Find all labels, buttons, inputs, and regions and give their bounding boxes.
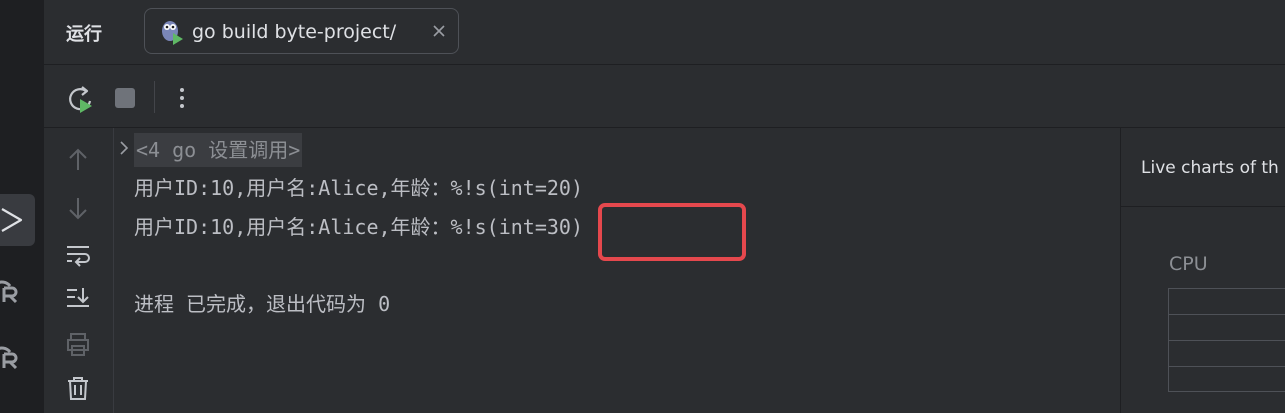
rerun-icon[interactable] bbox=[66, 85, 96, 115]
run-toolbar bbox=[44, 65, 1285, 128]
print-icon[interactable] bbox=[64, 330, 92, 358]
gopher-run-icon bbox=[162, 21, 183, 45]
run-tool-window: 运行 go build byte-project/ <4 go 设置调用> 用户… bbox=[44, 0, 1285, 413]
run-panel-title: 运行 bbox=[66, 24, 102, 45]
chart-gridline bbox=[1169, 314, 1285, 315]
arrow-down-icon[interactable] bbox=[64, 194, 92, 222]
console-side-toolbar bbox=[44, 128, 114, 413]
soft-wrap-icon[interactable] bbox=[64, 240, 92, 268]
console-line: 进程 已完成，退出代码为 0 bbox=[134, 292, 391, 316]
chart-gridline bbox=[1169, 366, 1285, 367]
scroll-to-end-icon[interactable] bbox=[64, 284, 92, 312]
live-charts-panel: Live charts of th CPU bbox=[1120, 128, 1285, 413]
highlight-annotation bbox=[598, 203, 746, 261]
tool-window-strip bbox=[0, 0, 44, 413]
coderabbit-icon[interactable] bbox=[0, 344, 24, 372]
live-charts-header: Live charts of th bbox=[1121, 128, 1285, 207]
arrow-up-icon[interactable] bbox=[64, 146, 92, 174]
cpu-chart-label: CPU bbox=[1169, 253, 1208, 275]
console-output[interactable]: <4 go 设置调用> 用户ID:10,用户名:Alice,年龄：%!s(int… bbox=[114, 128, 1120, 413]
run-title-bar: 运行 go build byte-project/ bbox=[44, 0, 1285, 65]
close-icon[interactable] bbox=[432, 24, 446, 38]
run-config-tab[interactable]: go build byte-project/ bbox=[144, 8, 459, 54]
chevron-right-icon[interactable] bbox=[118, 140, 130, 156]
run-config-tab-label: go build byte-project/ bbox=[192, 21, 397, 43]
cpu-chart bbox=[1168, 288, 1285, 392]
console-line: 用户ID:10,用户名:Alice,年龄：%!s(int=20) bbox=[134, 176, 583, 200]
live-charts-title: Live charts of th bbox=[1141, 158, 1279, 178]
trash-icon[interactable] bbox=[64, 374, 92, 402]
collapsed-frames[interactable]: <4 go 设置调用> bbox=[134, 133, 303, 167]
toolbar-divider bbox=[154, 81, 155, 113]
run-tool-window-icon[interactable] bbox=[0, 206, 24, 234]
more-vertical-icon[interactable] bbox=[172, 85, 192, 111]
chart-gridline bbox=[1169, 340, 1285, 341]
console-line: 用户ID:10,用户名:Alice,年龄：%!s(int=30) bbox=[134, 215, 583, 239]
coderabbit-icon[interactable] bbox=[0, 278, 24, 306]
stop-icon[interactable] bbox=[115, 88, 135, 108]
